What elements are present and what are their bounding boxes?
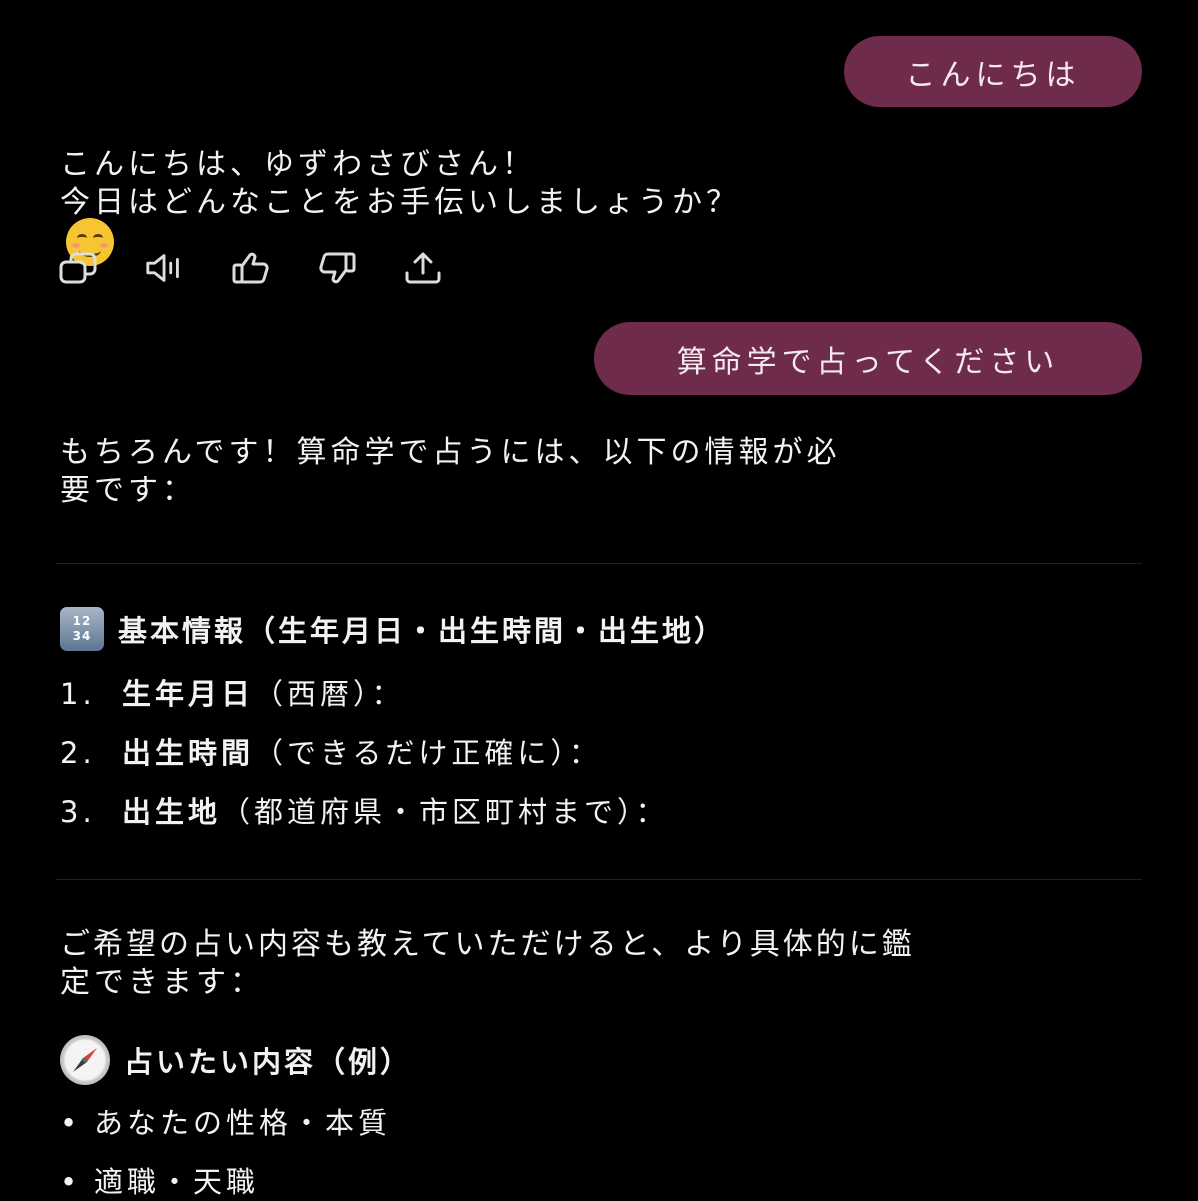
share-icon[interactable] [402,248,444,288]
bullet-text: 適職・天職 [94,1165,260,1199]
bullet-text: あなたの性格・本質 [94,1106,392,1140]
thumbs-down-icon[interactable] [316,248,358,288]
assistant-message-line-text: 今日はどんなことをお手伝いしましょうか？ [60,185,740,220]
list-item: 2. 出生時間（できるだけ正確に）： [60,730,602,772]
list-item-label: 出生時間 [122,736,255,770]
assistant-request: ご希望の占い内容も教えていただけると、より具体的に鑑 定できます： [60,926,1142,1002]
list-item-detail: （できるだけ正確に）： [254,736,602,770]
list-item-label: 出生地 [122,795,222,829]
compass-icon [60,1035,110,1085]
speaker-icon[interactable] [144,248,186,288]
assistant-request-line: ご希望の占い内容も教えていただけると、より具体的に鑑 [60,927,915,962]
list-number: 2. [60,736,96,770]
bullet-dot: • [60,1165,82,1199]
list-item-label: 生年月日 [122,677,255,711]
user-message-text: 算命学で占ってください [676,344,1060,380]
list-number: 1. [60,677,96,711]
keycap-bottom-digits: 34 [72,629,92,643]
message-actions [58,248,444,288]
assistant-intro-line: もちろんです！算命学で占うには、以下の情報が必 [60,435,841,470]
bullet-item: • 適職・天職 [60,1159,259,1201]
assistant-request-line: 定できます： [60,965,264,1000]
user-message-text: こんにちは [905,57,1081,93]
list-item-detail: （都道府県・市区町村まで）： [221,795,669,829]
bullet-item: • あなたの性格・本質 [60,1100,391,1142]
list-item: 3. 出生地（都道府県・市区町村まで）： [60,789,669,831]
bullet-dot: • [60,1106,82,1140]
section-heading-basic-info: 12 34 基本情報（生年月日・出生時間・出生地） [60,607,726,651]
keycap-top-digits: 12 [72,614,92,628]
list-item: 1. 生年月日（西暦）： [60,671,405,713]
assistant-intro-line: 要です： [60,473,196,508]
divider [56,563,1142,564]
list-item-detail: （西暦）： [254,677,405,711]
section-heading-text: 基本情報（生年月日・出生時間・出生地） [118,614,727,648]
assistant-intro: もちろんです！算命学で占うには、以下の情報が必 要です： [60,434,1142,510]
user-message-bubble: 算命学で占ってください [594,322,1142,395]
user-message-bubble: こんにちは [844,36,1142,107]
section-heading-topics: 占いたい内容（例） [60,1035,412,1085]
assistant-message-line: こんにちは、ゆずわさびさん！ [60,147,536,182]
list-number: 3. [60,795,96,829]
thumbs-up-icon[interactable] [230,248,272,288]
numbers-keycap-icon: 12 34 [60,607,104,651]
copy-icon[interactable] [58,248,100,288]
divider [56,879,1142,880]
section-heading-text: 占いたい内容（例） [124,1045,413,1079]
